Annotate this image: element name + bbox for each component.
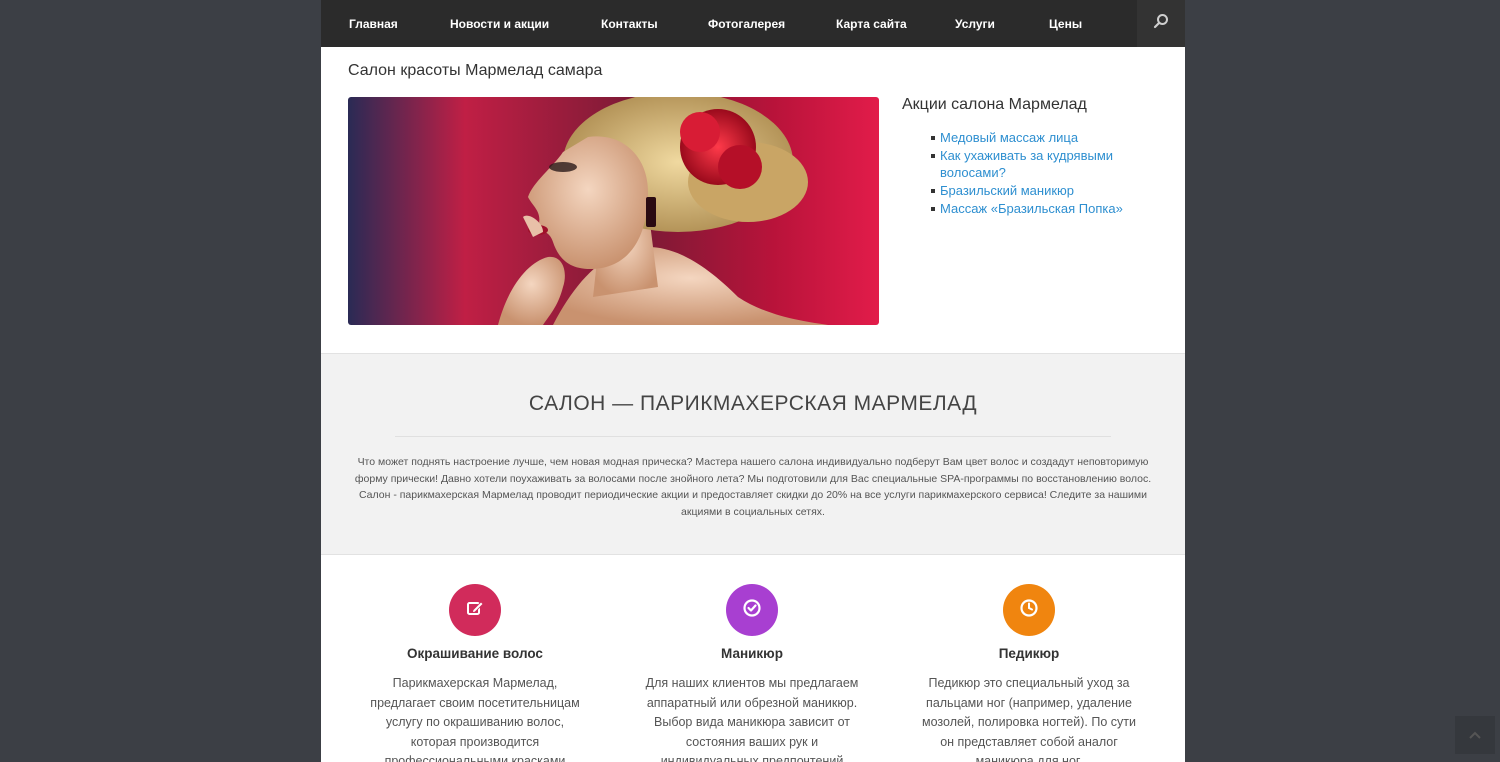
about-section: САЛОН — ПАРИКМАХЕРСКАЯ МАРМЕЛАД Что може…	[321, 353, 1185, 555]
feature-text: Парикмахерская Мармелад, предлагает свои…	[370, 676, 580, 762]
promo-link-curly-hair[interactable]: Как ухаживать за кудрявыми волосами?	[940, 148, 1113, 180]
check-circle-icon	[742, 598, 762, 623]
promo-link-brazilian-massage[interactable]: Массаж «Бразильская Попка»	[940, 201, 1123, 216]
sidebar-title: Акции салона Мармелад	[902, 96, 1087, 113]
promo-link-honey-massage[interactable]: Медовый массаж лица	[940, 130, 1078, 145]
chevron-up-icon	[1469, 726, 1481, 744]
feature-icon-circle	[1003, 584, 1055, 636]
feature-title: Маникюр	[721, 646, 783, 661]
feature-hair-coloring: Окрашивание волос Парикмахерская Мармела…	[345, 584, 605, 762]
list-item: Медовый массаж лица	[931, 129, 1172, 146]
sidebar-promotions: Акции салона Мармелад Медовый массаж лиц…	[902, 96, 1172, 218]
nav-item-prices[interactable]: Цены	[1049, 17, 1082, 31]
feature-text: Для наших клиентов мы предлагаем аппарат…	[645, 676, 859, 762]
list-item: Как ухаживать за кудрявыми волосами?	[931, 147, 1172, 181]
nav-item-services[interactable]: Услуги	[955, 17, 995, 31]
hero-image	[348, 97, 879, 325]
page-container: Главная Новости и акции Контакты Фотогал…	[321, 0, 1185, 762]
divider	[395, 436, 1111, 437]
feature-pedicure: Педикюр Педикюр это специальный уход за …	[899, 584, 1159, 762]
clock-icon	[1019, 598, 1039, 623]
list-item: Бразильский маникюр	[931, 182, 1172, 199]
nav-item-home[interactable]: Главная	[349, 17, 398, 31]
feature-title: Педикюр	[998, 646, 1060, 661]
main-nav: Главная Новости и акции Контакты Фотогал…	[321, 0, 1185, 47]
promo-link-brazilian-manicure[interactable]: Бразильский маникюр	[940, 183, 1074, 198]
feature-title: Окрашивание волос	[407, 646, 543, 661]
promotions-list: Медовый массаж лица Как ухаживать за куд…	[931, 129, 1172, 217]
nav-item-gallery[interactable]: Фотогалерея	[708, 17, 785, 31]
back-to-top-button[interactable]	[1455, 716, 1495, 754]
nav-item-news[interactable]: Новости и акции	[450, 17, 549, 31]
feature-text: Педикюр это специальный уход за пальцами…	[922, 676, 1136, 762]
about-title: САЛОН — ПАРИКМАХЕРСКАЯ МАРМЕЛАД	[528, 392, 978, 415]
feature-icon-circle	[449, 584, 501, 636]
search-button[interactable]	[1137, 0, 1185, 47]
feature-icon-circle	[726, 584, 778, 636]
edit-icon	[465, 598, 485, 623]
feature-manicure: Маникюр Для наших клиентов мы предлагаем…	[622, 584, 882, 762]
about-text: Что может поднять настроение лучше, чем …	[354, 456, 1152, 518]
nav-item-contacts[interactable]: Контакты	[601, 17, 658, 31]
nav-item-sitemap[interactable]: Карта сайта	[836, 17, 907, 31]
search-icon	[1153, 13, 1169, 34]
list-item: Массаж «Бразильская Попка»	[931, 200, 1172, 217]
site-title: Салон красоты Мармелад самара	[348, 62, 603, 79]
